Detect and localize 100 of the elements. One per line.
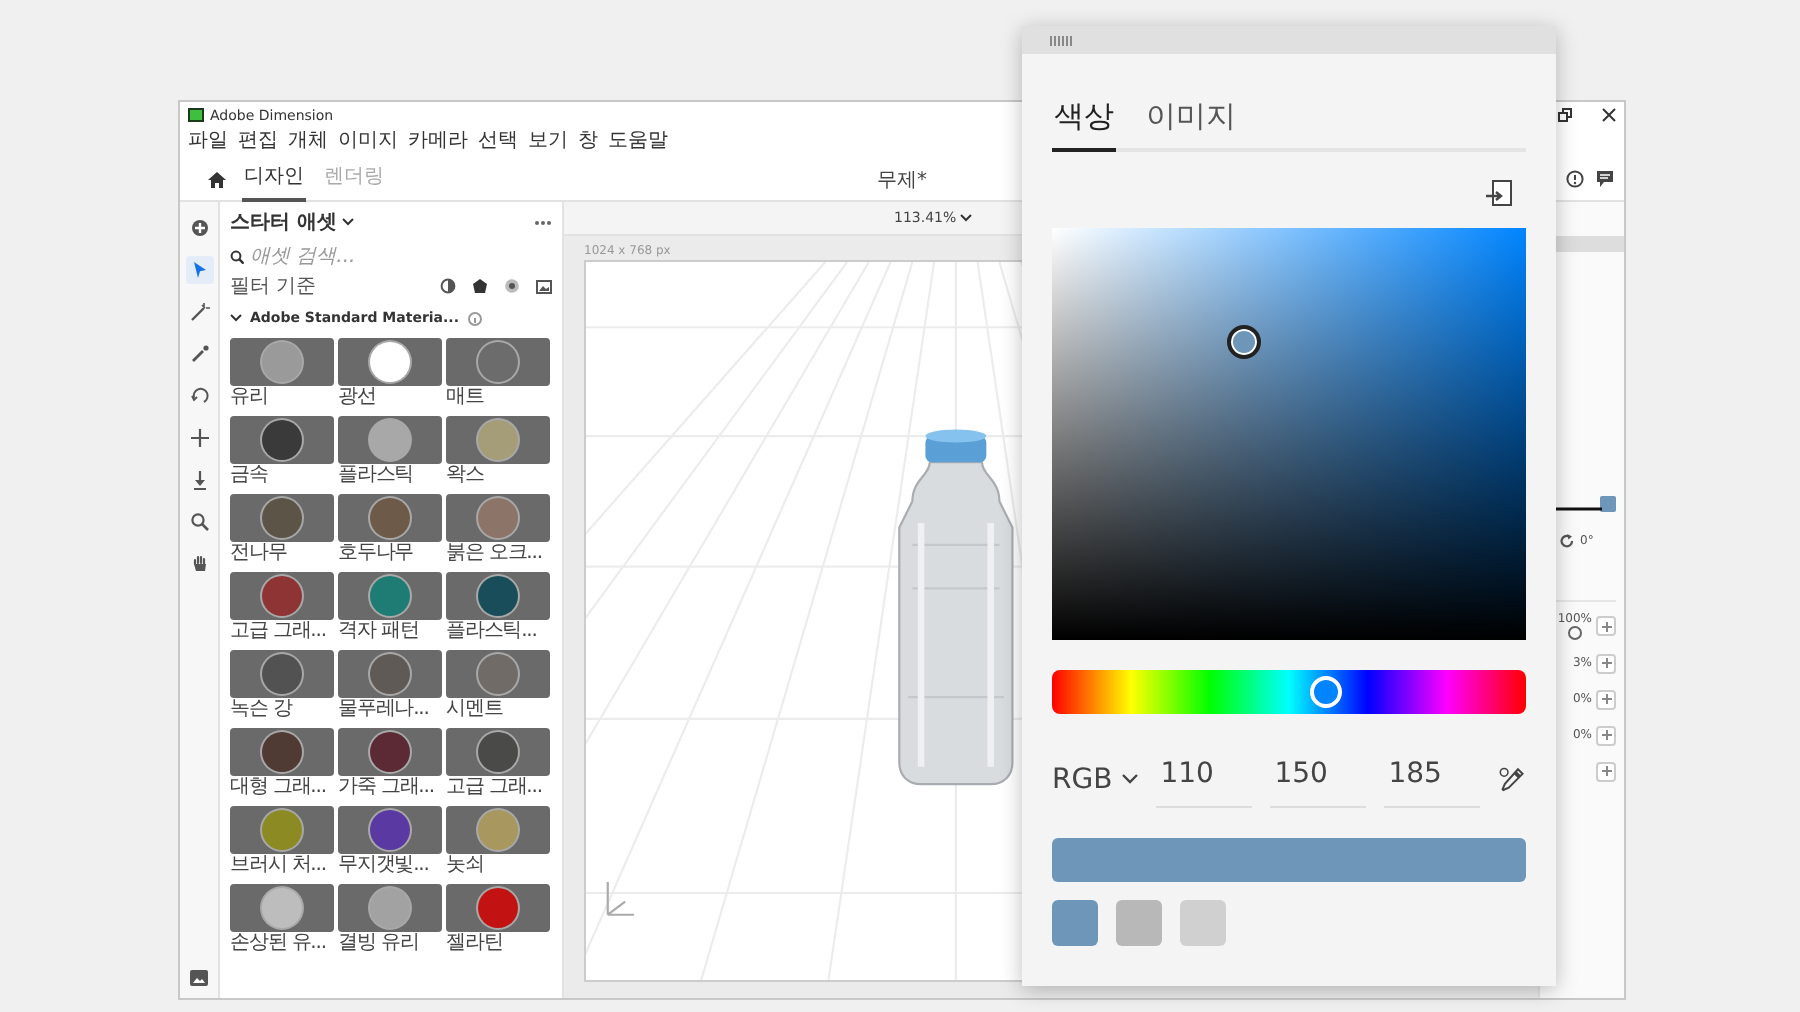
axis-gizmo-icon [606,881,635,916]
material-thumbnail[interactable] [446,884,550,932]
color-swatch[interactable] [1600,496,1616,512]
image-icon[interactable] [190,970,208,986]
menu-item[interactable]: 편집 [238,130,278,154]
sphere-icon[interactable] [504,278,520,294]
add-button[interactable] [1596,616,1616,636]
material-thumbnail[interactable] [446,650,550,698]
hue-thumb[interactable] [1310,676,1343,708]
menu-item[interactable]: 보기 [528,130,568,154]
color-swatch[interactable] [1052,900,1098,946]
plus-icon [1601,766,1611,776]
color-swatch[interactable] [1116,900,1162,946]
menu-item[interactable]: 도움말 [608,130,668,154]
material-label: 붉은 오크... [446,542,544,568]
material-thumbnail[interactable] [230,728,334,776]
material-thumbnail[interactable] [446,572,550,620]
restore-icon[interactable] [1558,108,1572,122]
material-label: 브러시 처... [230,854,328,880]
menu-item[interactable]: 카메라 [408,130,468,154]
material-thumbnail[interactable] [446,806,550,854]
material-label: 물푸레나... [338,698,431,724]
add-button[interactable] [1596,725,1616,745]
chevron-down-icon[interactable] [230,314,242,322]
material-label: 무지갯빛... [338,854,431,880]
channel-field[interactable]: 110 [1156,750,1253,808]
chat-icon[interactable] [1596,170,1614,188]
material-thumbnail[interactable] [338,650,442,698]
material-thumbnail[interactable] [338,806,442,854]
mode-tab[interactable]: 디자인 [242,156,306,202]
material-thumbnail[interactable] [230,416,334,464]
add-button[interactable] [1596,653,1616,673]
material-thumbnail[interactable] [230,494,334,542]
slider-knob[interactable] [1567,626,1582,640]
material-thumbnail[interactable] [446,728,550,776]
material-label: 시멘트 [446,698,505,724]
add-button[interactable] [1596,761,1616,781]
material-thumbnail[interactable] [230,884,334,932]
picker-tab[interactable]: 색상 [1052,98,1116,152]
plus-icon [1601,694,1611,704]
help-icon[interactable] [1566,170,1584,188]
menu-item[interactable]: 파일 [188,130,228,154]
material-thumbnail[interactable] [338,728,442,776]
picker-tab[interactable]: 이미지 [1144,98,1238,152]
material-thumbnail[interactable] [446,338,550,386]
plus-icon [1601,658,1611,668]
material-thumbnail[interactable] [230,572,334,620]
menu-item[interactable]: 창 [578,130,598,154]
add-button[interactable] [1596,689,1616,709]
plus-icon [1601,621,1611,631]
material-label: 매트 [446,386,486,412]
search-field[interactable]: 애셋 검색... [250,245,470,267]
color-mode-dropdown[interactable]: RGB [1052,763,1139,795]
image-icon[interactable] [536,279,552,293]
half-circle-icon[interactable] [440,278,456,294]
material-label: 젤라틴 [446,932,505,958]
grip-icon[interactable] [1050,35,1074,45]
material-label: 가죽 그래... [338,776,436,802]
move-icon[interactable] [185,424,213,452]
material-thumbnail[interactable] [338,884,442,932]
material-thumbnail[interactable] [338,416,442,464]
color-cursor[interactable] [1227,324,1262,359]
material-thumbnail[interactable] [446,416,550,464]
menu-item[interactable]: 개체 [288,130,328,154]
material-label: 광선 [338,386,378,412]
channel-field[interactable]: 185 [1384,750,1481,808]
document-title: 무제* [877,167,927,193]
menu-item[interactable]: 선택 [478,130,518,154]
chevron-down-icon[interactable] [342,218,355,226]
zoom-icon[interactable] [185,508,213,536]
menu-item[interactable]: 이미지 [338,130,398,154]
material-thumbnail[interactable] [338,494,442,542]
material-label: 전나무 [230,542,289,568]
material-label: 고급 그래... [230,620,328,646]
material-thumbnail[interactable] [446,494,550,542]
material-label: 손상된 유... [230,932,328,958]
more-icon[interactable] [534,219,552,225]
import-icon[interactable] [1486,180,1514,208]
filter-label: 필터 기준 [230,274,317,300]
material-label: 호두나무 [338,542,416,568]
chevron-down-icon[interactable] [960,214,973,222]
material-thumbnail[interactable] [230,806,334,854]
home-icon[interactable] [208,171,226,187]
close-icon[interactable] [1602,108,1616,122]
material-thumbnail[interactable] [338,572,442,620]
color-swatch[interactable] [1180,900,1226,946]
material-thumbnail[interactable] [230,650,334,698]
panel-title[interactable]: 스타터 애셋 [230,208,337,236]
material-label: 결빙 유리 [338,932,421,958]
bottle-drawing[interactable] [898,429,1014,786]
material-label: 왁스 [446,464,486,490]
material-label: 고급 그래... [446,776,544,802]
material-label: 플라스틱... [446,620,539,646]
channel-field[interactable]: 150 [1270,750,1367,808]
blob-icon[interactable] [472,278,488,294]
material-label: 녹슨 강 [230,698,295,724]
material-thumbnail[interactable] [230,338,334,386]
material-thumbnail[interactable] [338,338,442,386]
hue-slider[interactable] [1052,670,1526,714]
color-field[interactable] [1052,228,1526,640]
